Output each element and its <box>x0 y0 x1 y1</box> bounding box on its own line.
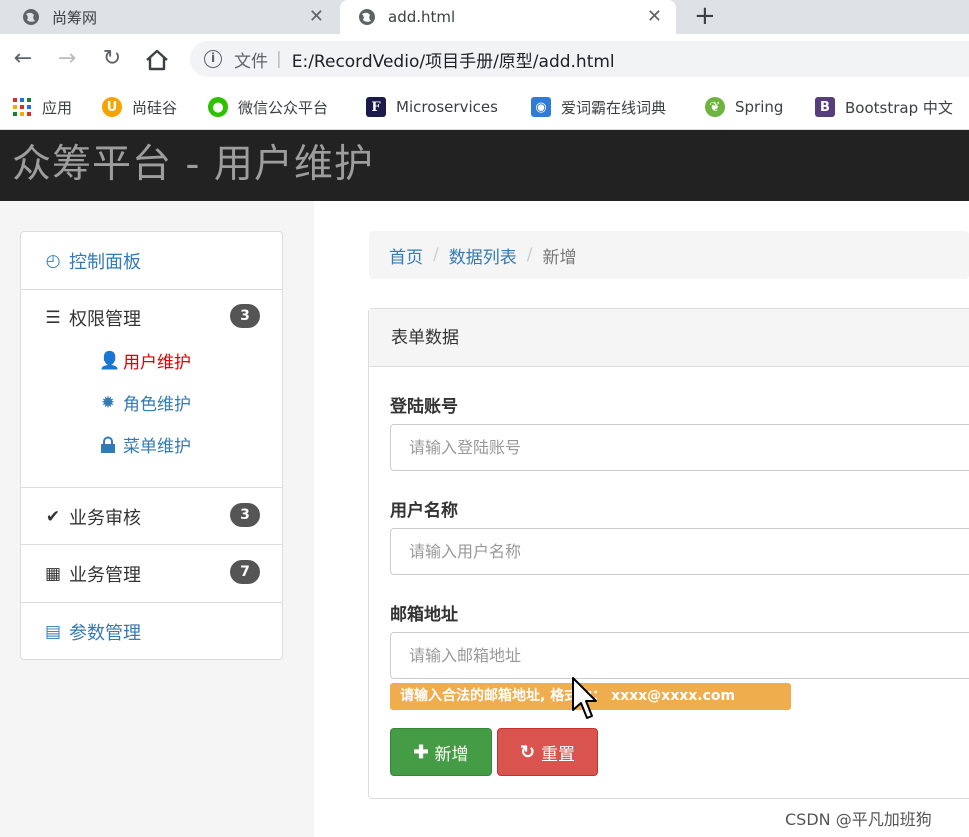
sidebar-item-audit[interactable]: ✔ 业务审核 3 <box>21 488 282 545</box>
browser-tab-bar: 尚筹网 ✕ add.html ✕ + <box>0 0 969 34</box>
dashboard-icon: ◴ <box>45 251 61 271</box>
bookmark-bootstrap[interactable]: B Bootstrap 中文 <box>815 96 953 118</box>
sidebar-subitem-label: 用户维护 <box>123 353 191 373</box>
user-name-input[interactable] <box>390 528 969 575</box>
sidebar-item-business[interactable]: ▦ 业务管理 7 <box>21 545 282 603</box>
bookmark-spring[interactable]: ❦ Spring <box>705 96 783 118</box>
close-tab-icon[interactable]: ✕ <box>309 7 324 27</box>
user-name-label: 用户名称 <box>390 501 458 521</box>
count-badge: 3 <box>230 304 260 328</box>
scheme-label: 文件 <box>234 51 268 72</box>
user-icon: 👤 <box>99 350 121 371</box>
breadcrumb-separator: / <box>526 245 533 265</box>
count-badge: 7 <box>230 560 260 584</box>
sidebar-item-params[interactable]: ▤ 参数管理 <box>21 603 282 659</box>
refresh-icon: ↻ <box>519 741 536 762</box>
login-account-label: 登陆账号 <box>390 397 458 417</box>
atguigu-icon: U <box>102 97 122 117</box>
apps-icon <box>13 98 31 116</box>
home-icon[interactable] <box>144 47 170 73</box>
spring-icon: ❦ <box>705 97 725 117</box>
url-text[interactable]: E:/RecordVedio/项目手册/原型/add.html <box>292 47 615 72</box>
globe-icon <box>23 9 39 25</box>
iciba-icon: ◉ <box>531 97 551 117</box>
list-icon: ▤ <box>44 622 62 642</box>
forward-arrow-icon[interactable]: → <box>54 46 80 72</box>
bookmark-label: 微信公众平台 <box>238 98 329 117</box>
browser-tab-active[interactable]: add.html ✕ <box>340 0 676 34</box>
sidebar-subitem-label: 角色维护 <box>123 395 191 415</box>
breadcrumb-current: 新增 <box>542 247 577 268</box>
sidebar-item-label: 权限管理 <box>69 309 141 330</box>
bookmark-label: Bootstrap 中文 <box>845 98 953 117</box>
lock-icon <box>101 436 115 453</box>
grid-icon: ▦ <box>44 564 62 584</box>
bookmark-wechat[interactable]: ● 微信公众平台 <box>208 96 328 118</box>
bookmark-label: 爱词霸在线词典 <box>561 98 667 117</box>
sidebar-item-label: 业务管理 <box>69 565 141 586</box>
bookmarks-bar: 应用 U 尚硅谷 ● 微信公众平台 F Microservices ◉ 爱词霸在… <box>0 84 969 130</box>
microservices-icon: F <box>366 97 386 117</box>
add-button[interactable]: ✚ 新增 <box>390 728 492 776</box>
email-input[interactable] <box>390 632 969 679</box>
page-title[interactable]: 众筹平台 - 用户维护 <box>12 141 374 189</box>
sidebar-subitem-label: 菜单维护 <box>123 437 191 457</box>
bookmark-label: Microservices <box>396 98 498 116</box>
sidebar-item-permissions[interactable]: ☰ 权限管理 3 👤 用户维护 ✹ 角色维护 菜单维护 <box>21 290 282 488</box>
bookmark-iciba[interactable]: ◉ 爱词霸在线词典 <box>531 96 666 118</box>
email-label: 邮箱地址 <box>390 605 458 625</box>
globe-icon <box>359 9 375 25</box>
back-arrow-icon[interactable]: ← <box>10 46 36 72</box>
breadcrumb-list[interactable]: 数据列表 <box>449 243 517 268</box>
reload-icon[interactable]: ↻ <box>99 46 125 72</box>
bookmark-apps[interactable]: 应用 <box>12 96 72 118</box>
sidebar-item-label: 业务审核 <box>69 508 141 529</box>
sidebar-subitem-role[interactable]: ✹ 角色维护 <box>99 390 191 416</box>
plus-icon: ✚ <box>413 741 429 762</box>
sidebar-item-dashboard[interactable]: ◴ 控制面板 <box>21 232 282 290</box>
sidebar-subitem-menu[interactable]: 菜单维护 <box>99 432 191 457</box>
bootstrap-icon: B <box>815 97 835 117</box>
check-icon: ✔ <box>45 507 61 527</box>
new-tab-button[interactable]: + <box>694 0 716 34</box>
certificate-icon: ✹ <box>100 392 116 413</box>
sidebar: ◴ 控制面板 ☰ 权限管理 3 👤 用户维护 ✹ 角色维护 菜单维护 ✔ 业务审… <box>20 231 283 660</box>
info-icon[interactable]: i <box>204 50 222 68</box>
address-separator: | <box>276 49 282 69</box>
bookmark-label: Spring <box>735 98 784 116</box>
tab-title: add.html <box>388 8 456 26</box>
address-bar[interactable]: i 文件 | E:/RecordVedio/项目手册/原型/add.html <box>190 41 969 77</box>
server-icon: ☰ <box>45 308 61 328</box>
close-tab-icon[interactable]: ✕ <box>647 7 662 27</box>
breadcrumb-separator: / <box>433 245 439 265</box>
wechat-icon: ● <box>208 97 228 117</box>
tab-title: 尚筹网 <box>52 8 98 27</box>
count-badge: 3 <box>230 503 260 527</box>
mouse-cursor-icon <box>572 677 597 719</box>
sidebar-item-label: 参数管理 <box>69 623 141 644</box>
reset-button[interactable]: ↻ 重置 <box>497 728 598 776</box>
browser-tab[interactable]: 尚筹网 ✕ <box>0 0 338 34</box>
breadcrumb-home[interactable]: 首页 <box>389 243 423 268</box>
browser-toolbar: ← → ↻ i 文件 | E:/RecordVedio/项目手册/原型/add.… <box>0 34 969 84</box>
app-navbar: 众筹平台 - 用户维护 <box>0 130 969 201</box>
bookmark-microservices[interactable]: F Microservices <box>366 96 498 118</box>
bookmark-label: 尚硅谷 <box>132 98 178 117</box>
panel-title: 表单数据 <box>369 309 969 367</box>
bookmark-label: 应用 <box>42 98 73 117</box>
add-button-label: 新增 <box>434 744 469 764</box>
sidebar-item-label: 控制面板 <box>69 252 141 273</box>
login-account-input[interactable] <box>390 424 969 471</box>
breadcrumb: 首页 / 数据列表 / 新增 <box>369 231 969 279</box>
sidebar-subitem-user[interactable]: 👤 用户维护 <box>99 348 191 374</box>
reset-button-label: 重置 <box>541 744 576 764</box>
watermark: CSDN @平凡加班狗 <box>785 810 932 829</box>
bookmark-atguigu[interactable]: U 尚硅谷 <box>102 96 177 118</box>
